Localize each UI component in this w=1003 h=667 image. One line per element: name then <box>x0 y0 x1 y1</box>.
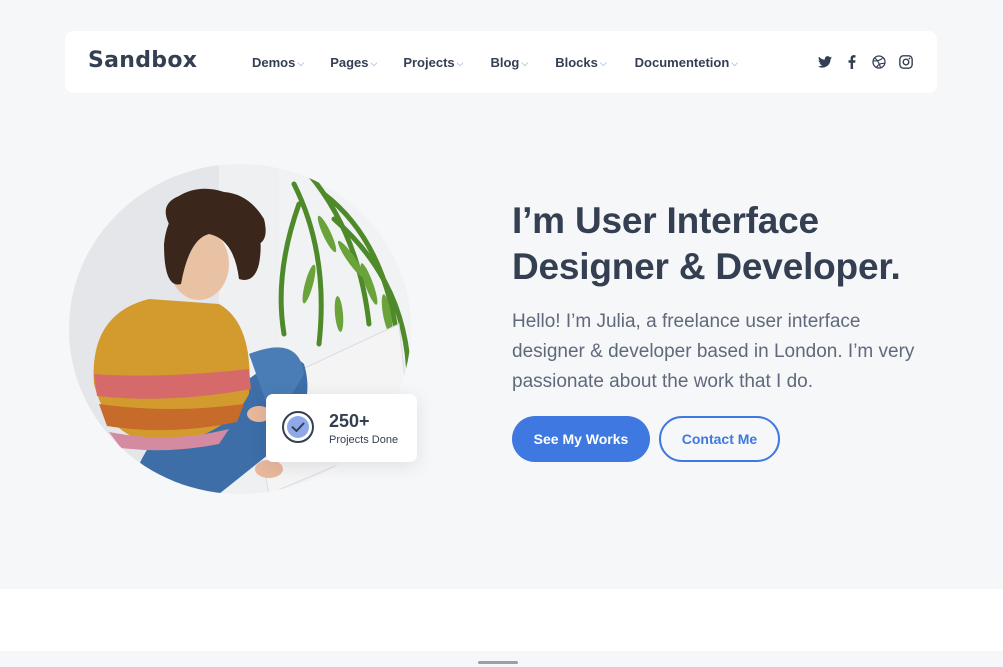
nav-item-documentation[interactable]: Documentetion ⌵ <box>635 55 738 70</box>
projects-done-value: 250+ <box>329 411 370 431</box>
projects-done-badge: 250+ Projects Done <box>266 394 417 462</box>
twitter-icon[interactable] <box>817 55 832 70</box>
chevron-down-icon: ⌵ <box>731 57 739 68</box>
hero-headline-line2: Designer & Developer. <box>512 246 901 287</box>
chevron-down-icon: ⌵ <box>370 57 378 68</box>
hero-intro-text: Hello! I’m Julia, a freelance user inter… <box>512 311 915 392</box>
see-my-works-button[interactable]: See My Works <box>512 416 650 462</box>
chevron-down-icon: ⌵ <box>456 57 464 68</box>
projects-done-label: Projects Done <box>329 434 399 446</box>
main-nav: Demos ⌵ Pages ⌵ Projects ⌵ Blog ⌵ Blocks ⌵ Do… <box>252 31 738 93</box>
nav-item-label: Documentetion <box>634 54 730 70</box>
brand-logo[interactable]: Sandbox <box>88 48 197 73</box>
hero-headline: I’m User Interface Designer & Developer. <box>512 198 952 290</box>
nav-item-demos[interactable]: Demos ⌵ <box>252 55 304 70</box>
nav-item-label: Blocks <box>555 54 598 70</box>
chevron-down-icon: ⌵ <box>297 57 305 68</box>
nav-item-blog[interactable]: Blog ⌵ <box>490 55 528 70</box>
chevron-down-icon: ⌵ <box>521 57 529 68</box>
hero-headline-line1: I’m User Interface <box>512 200 819 241</box>
scroll-indicator[interactable] <box>478 661 518 664</box>
next-section <box>0 589 1003 651</box>
nav-item-pages[interactable]: Pages ⌵ <box>330 55 377 70</box>
instagram-icon[interactable] <box>898 55 913 70</box>
social-links <box>817 31 913 93</box>
check-icon <box>281 410 315 449</box>
nav-item-projects[interactable]: Projects ⌵ <box>403 55 463 70</box>
dribbble-icon[interactable] <box>871 55 886 70</box>
nav-item-label: Demos <box>252 54 296 70</box>
contact-me-button[interactable]: Contact Me <box>659 416 780 462</box>
chevron-down-icon: ⌵ <box>599 57 607 68</box>
navbar: Sandbox Demos ⌵ Pages ⌵ Projects ⌵ Blog ⌵ Bl… <box>65 31 937 93</box>
nav-item-label: Pages <box>330 54 369 70</box>
nav-item-label: Projects <box>403 54 455 70</box>
nav-item-blocks[interactable]: Blocks ⌵ <box>555 55 606 70</box>
facebook-icon[interactable] <box>844 55 859 70</box>
nav-item-label: Blog <box>490 54 520 70</box>
